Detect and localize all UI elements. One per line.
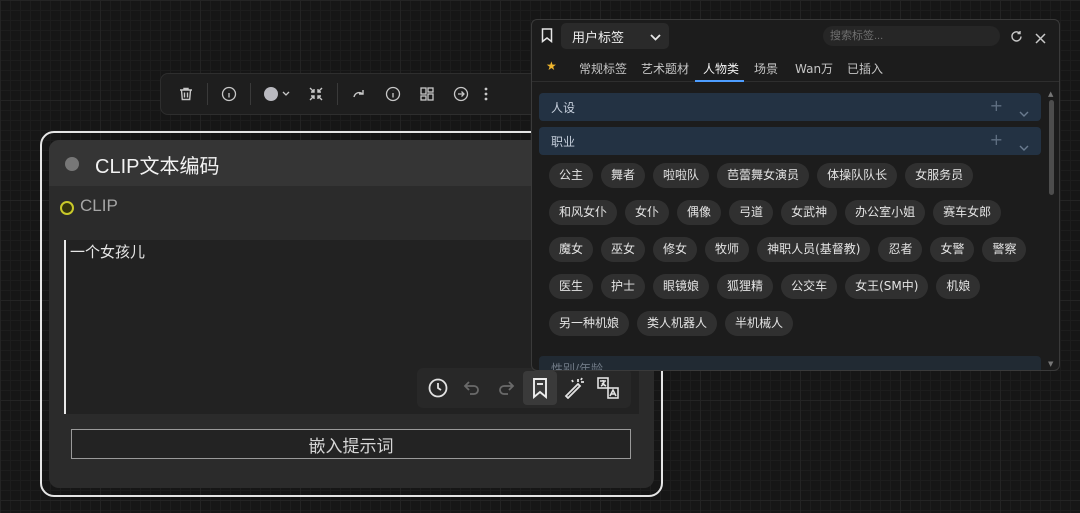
tag-chip[interactable]: 机娘 — [936, 274, 981, 299]
tag-chip[interactable]: 偶像 — [677, 200, 722, 225]
clip-input-label: CLIP — [80, 196, 118, 215]
prompt-text[interactable]: 一个女孩儿 — [70, 241, 145, 262]
close-icon[interactable] — [1035, 29, 1046, 48]
more-icon[interactable] — [478, 77, 494, 111]
tab-general[interactable]: 常规标签 — [579, 60, 627, 77]
tag-chip[interactable]: 公交车 — [781, 274, 838, 299]
tag-group-label: 用户标签 — [572, 30, 625, 46]
tag-panel-header: 用户标签 — [532, 20, 1059, 52]
node-title: CLIP文本编码 — [95, 156, 220, 178]
toolbar-divider — [250, 83, 251, 105]
layout-icon[interactable] — [410, 77, 444, 111]
tag-chip[interactable]: 女武神 — [781, 200, 838, 225]
scroll-up-arrow[interactable]: ▲ — [1048, 90, 1053, 98]
tag-chip[interactable]: 女王(SM中) — [845, 274, 929, 299]
active-tab-indicator — [695, 80, 744, 82]
translate-icon[interactable] — [591, 371, 625, 405]
tag-chip[interactable]: 公主 — [549, 163, 594, 188]
favorites-star-icon[interactable]: ★ — [546, 59, 557, 73]
tag-chip[interactable]: 忍者 — [878, 237, 923, 262]
category-occupation[interactable]: 职业 + — [539, 127, 1041, 155]
tag-chip[interactable]: 魔女 — [549, 237, 594, 262]
tag-chip[interactable]: 办公室小姐 — [845, 200, 926, 225]
arrow-right-circle-icon[interactable] — [444, 77, 478, 111]
chevron-down-icon — [282, 91, 290, 96]
bookmark-icon — [541, 28, 553, 47]
chevron-down-icon[interactable] — [1019, 102, 1029, 121]
tab-wan[interactable]: Wan万 — [795, 60, 833, 77]
category-persona[interactable]: 人设 + — [539, 93, 1041, 121]
tag-search-input[interactable] — [823, 26, 1000, 46]
node-collapse-dot[interactable] — [65, 157, 79, 171]
chip-row: 和风女仆 女仆 偶像 弓道 女武神 办公室小姐 赛车女郎 — [549, 200, 1029, 225]
tag-chip[interactable]: 女服务员 — [905, 163, 974, 188]
tag-chip[interactable]: 类人机器人 — [637, 311, 718, 336]
tab-characters[interactable]: 人物类 — [703, 60, 739, 77]
tag-panel: 用户标签 ★ 常规标签 艺术题材 人物类 场景 Wan万 已插入 人设 + 职业… — [531, 19, 1060, 371]
tag-chip[interactable]: 警察 — [982, 237, 1027, 262]
toolbar-divider — [207, 83, 208, 105]
chip-row: 公主 舞者 啦啦队 芭蕾舞女演员 体操队队长 女服务员 — [549, 163, 1029, 188]
toolbar-divider — [337, 83, 338, 105]
tag-chip[interactable]: 女警 — [930, 237, 975, 262]
add-tag-icon[interactable]: + — [990, 97, 1003, 115]
chip-row: 魔女 巫女 修女 牧师 神职人员(基督教) 忍者 女警 警察 — [549, 237, 1029, 262]
chevron-down-icon — [650, 30, 661, 45]
tag-chip[interactable]: 芭蕾舞女演员 — [717, 163, 810, 188]
add-tag-icon[interactable]: + — [990, 131, 1003, 149]
node-toolbar — [160, 73, 540, 115]
tag-chip[interactable]: 巫女 — [601, 237, 646, 262]
tag-chip[interactable]: 半机械人 — [725, 311, 794, 336]
color-swatch — [264, 87, 278, 101]
tag-chip[interactable]: 医生 — [549, 274, 594, 299]
embed-prompt-button[interactable]: 嵌入提示词 — [71, 429, 631, 459]
tag-chip[interactable]: 和风女仆 — [549, 200, 618, 225]
tag-chip[interactable]: 啦啦队 — [653, 163, 710, 188]
tag-chip[interactable]: 另一种机娘 — [549, 311, 630, 336]
clip-input-port[interactable] — [60, 201, 74, 215]
chevron-down-icon[interactable] — [1019, 136, 1029, 155]
trash-icon[interactable] — [169, 77, 203, 111]
tab-art-theme[interactable]: 艺术题材 — [641, 60, 689, 77]
tag-chip[interactable]: 赛车女郎 — [933, 200, 1002, 225]
collapse-icon[interactable] — [299, 77, 333, 111]
category-label: 职业 — [551, 135, 576, 149]
tag-tabs: ★ 常规标签 艺术题材 人物类 场景 Wan万 已插入 — [532, 56, 1059, 82]
tag-chip[interactable]: 修女 — [653, 237, 698, 262]
prompt-toolbar — [417, 368, 631, 408]
tag-chip[interactable]: 护士 — [601, 274, 646, 299]
tag-chip[interactable]: 眼镜娘 — [653, 274, 710, 299]
redo-icon[interactable] — [342, 77, 376, 111]
refresh-icon[interactable] — [1010, 28, 1023, 47]
category-gender-age[interactable]: 性别/年龄 — [539, 356, 1041, 371]
tag-chip[interactable]: 弓道 — [729, 200, 774, 225]
tab-inserted[interactable]: 已插入 — [847, 60, 883, 77]
scrollbar-thumb[interactable] — [1049, 100, 1054, 195]
chip-row: 医生 护士 眼镜娘 狐狸精 公交车 女王(SM中) 机娘 — [549, 274, 1029, 299]
scroll-down-arrow[interactable]: ▼ — [1048, 360, 1053, 368]
info-icon[interactable] — [212, 77, 246, 111]
category-label: 人设 — [551, 101, 576, 115]
tag-chip[interactable]: 女仆 — [625, 200, 670, 225]
tag-chip-grid: 公主 舞者 啦啦队 芭蕾舞女演员 体操队队长 女服务员 和风女仆 女仆 偶像 弓… — [549, 163, 1029, 348]
bookmark-icon[interactable] — [523, 371, 557, 405]
tab-scene[interactable]: 场景 — [754, 60, 778, 77]
magic-wand-icon[interactable] — [557, 371, 591, 405]
tag-chip[interactable]: 体操队队长 — [817, 163, 898, 188]
color-picker-button[interactable] — [255, 77, 299, 111]
tag-chip[interactable]: 舞者 — [601, 163, 646, 188]
tag-chip[interactable]: 牧师 — [705, 237, 750, 262]
history-icon[interactable] — [421, 371, 455, 405]
tag-group-dropdown[interactable]: 用户标签 — [561, 23, 669, 49]
info-icon[interactable] — [376, 77, 410, 111]
undo-icon[interactable] — [455, 371, 489, 405]
chip-row: 另一种机娘 类人机器人 半机械人 — [549, 311, 1029, 336]
category-label: 性别/年龄 — [551, 362, 604, 371]
tag-chip[interactable]: 神职人员(基督教) — [757, 237, 871, 262]
tag-chip[interactable]: 狐狸精 — [717, 274, 774, 299]
redo-icon[interactable] — [489, 371, 523, 405]
